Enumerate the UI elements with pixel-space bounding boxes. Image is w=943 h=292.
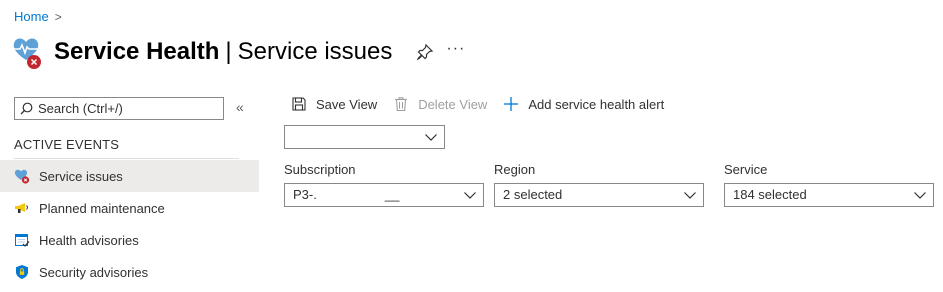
delete-view-button[interactable]: Delete View <box>393 96 487 112</box>
sidebar-search[interactable] <box>14 97 224 120</box>
service-issues-icon <box>14 168 30 184</box>
subscription-value-tail: __ <box>384 187 400 202</box>
region-label: Region <box>494 162 536 177</box>
service-label: Service <box>724 162 768 177</box>
page-title: Service Health | Service issues <box>54 38 392 66</box>
save-view-label: Save View <box>316 96 378 112</box>
region-dropdown[interactable]: 2 selected <box>494 183 704 207</box>
service-health-icon <box>12 34 44 70</box>
subscription-value: P3-. <box>293 187 317 202</box>
breadcrumb-chevron-icon: > <box>54 9 62 24</box>
page-header: Service Health | Service issues ··· <box>12 34 465 70</box>
saved-view-dropdown[interactable] <box>284 125 445 149</box>
sidebar-item-security-advisories[interactable]: Security advisories <box>0 256 259 288</box>
page-title-separator: | <box>225 38 232 65</box>
subscription-dropdown[interactable]: P3-. __ <box>284 183 484 207</box>
region-filter: Region 2 selected <box>494 162 704 207</box>
service-filter: Service 184 selected <box>724 162 934 207</box>
add-service-health-alert-button[interactable]: Add service health alert <box>503 96 664 112</box>
search-icon <box>20 102 33 115</box>
collapse-sidebar-button[interactable]: « <box>236 99 244 115</box>
pin-icon[interactable] <box>416 43 434 61</box>
chevron-down-icon <box>914 192 926 199</box>
plus-icon <box>504 97 519 111</box>
megaphone-icon <box>14 200 30 216</box>
page-title-main: Service Health <box>54 38 220 65</box>
region-value: 2 selected <box>503 187 563 202</box>
chevron-down-icon <box>425 134 437 141</box>
subscription-filter: Subscription P3-. __ <box>284 162 484 207</box>
chevron-down-icon <box>464 192 476 199</box>
chevron-down-icon <box>684 192 696 199</box>
service-value: 184 selected <box>733 187 807 202</box>
sidebar-item-health-advisories[interactable]: Health advisories <box>0 224 259 256</box>
sidebar-item-service-issues[interactable]: Service issues <box>0 160 259 192</box>
calendar-check-icon <box>14 232 30 248</box>
section-heading-active-events: ACTIVE EVENTS <box>14 137 120 152</box>
save-icon <box>292 97 306 111</box>
sidebar-item-label: Planned maintenance <box>39 200 165 216</box>
subscription-label: Subscription <box>284 162 356 177</box>
command-bar: Save View Delete View Add service health… <box>291 96 680 112</box>
shield-icon <box>14 264 30 280</box>
section-divider <box>14 158 239 159</box>
search-input[interactable] <box>38 101 218 116</box>
add-alert-label: Add service health alert <box>528 96 665 112</box>
save-view-button[interactable]: Save View <box>291 96 377 112</box>
sidebar-item-label: Service issues <box>39 168 123 184</box>
breadcrumb: Home > <box>14 9 62 24</box>
sidebar-item-label: Security advisories <box>39 264 149 280</box>
delete-view-label: Delete View <box>418 96 488 112</box>
service-dropdown[interactable]: 184 selected <box>724 183 934 207</box>
breadcrumb-home-link[interactable]: Home <box>14 9 49 24</box>
sidebar-item-planned-maintenance[interactable]: Planned maintenance <box>0 192 259 224</box>
page-title-sub: Service issues <box>237 38 393 65</box>
trash-icon <box>395 97 408 112</box>
more-options-button[interactable]: ··· <box>446 41 465 63</box>
sidebar-nav: Service issues Planned maintenance Healt… <box>0 160 259 288</box>
sidebar-item-label: Health advisories <box>39 232 139 248</box>
